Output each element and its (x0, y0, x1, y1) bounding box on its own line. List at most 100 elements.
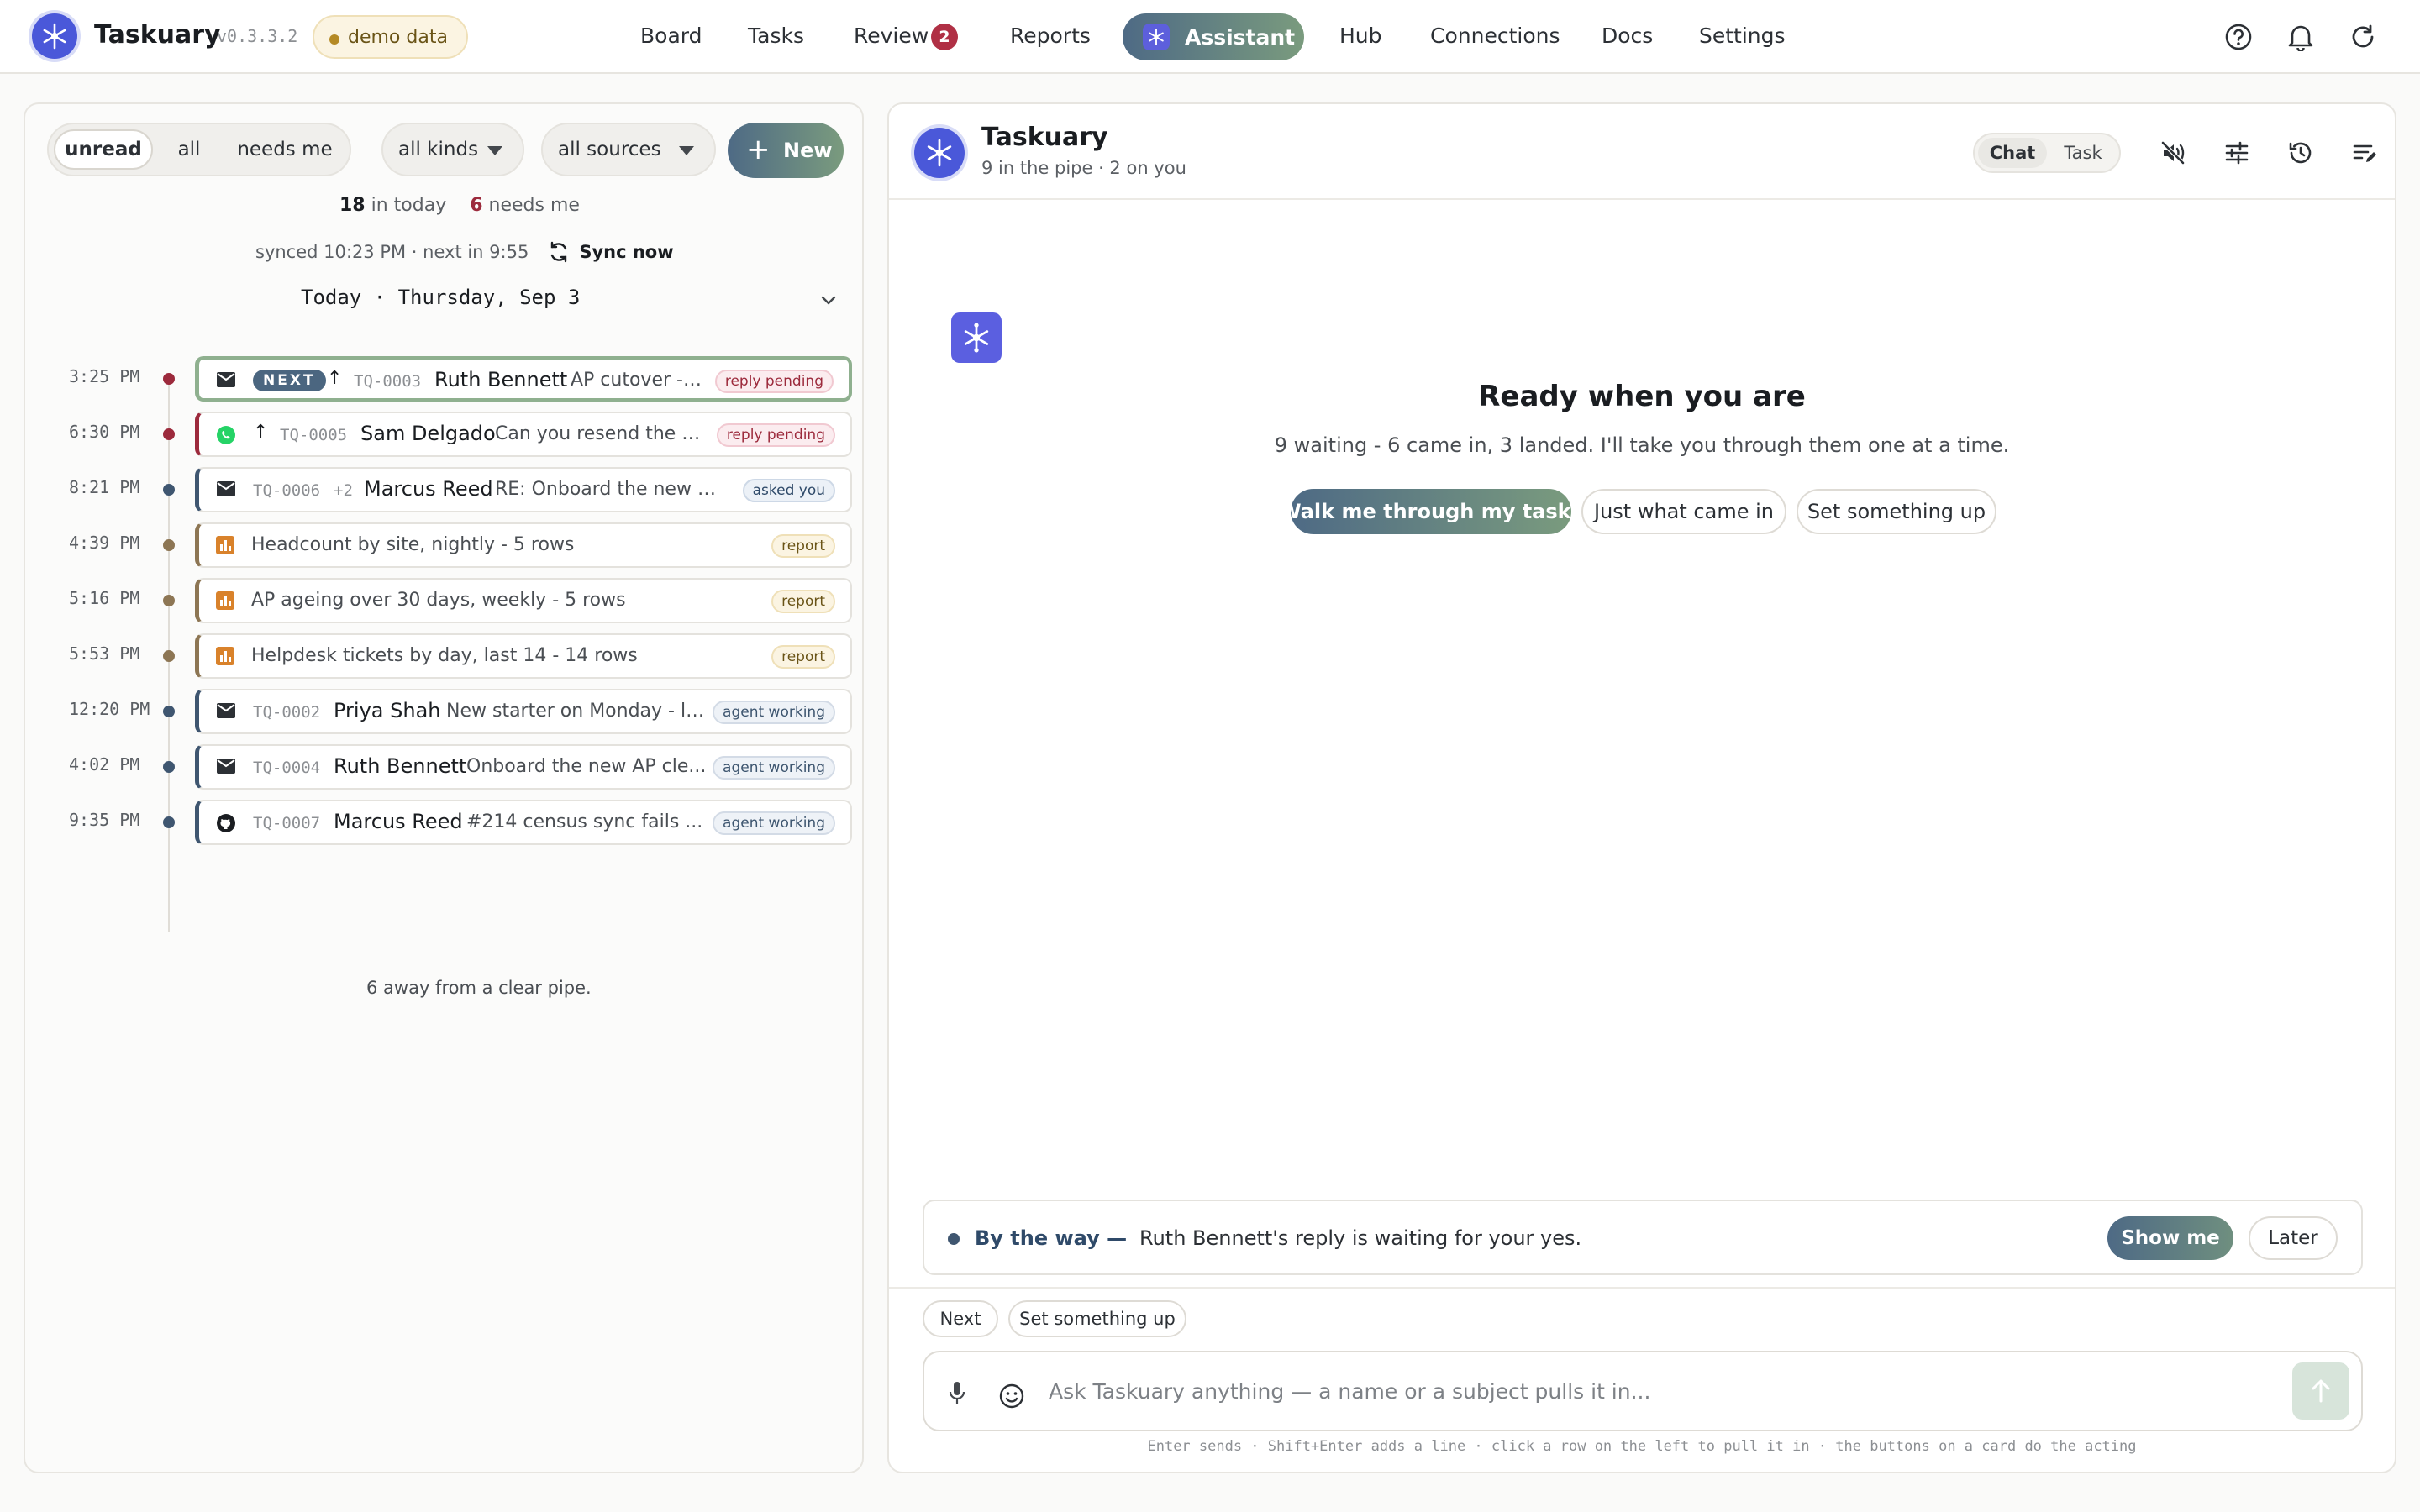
plus-icon: + (746, 133, 771, 166)
inbox-stats: 18 in today 6 needs me (339, 195, 580, 216)
sender-name: Ruth Bennett (434, 368, 568, 391)
sliders-icon[interactable] (2220, 136, 2254, 170)
mail-icon (216, 371, 236, 390)
kinds-dropdown-value: all kinds (398, 139, 479, 160)
refresh-icon[interactable] (2346, 20, 2380, 54)
row-subject: RE: Onboard the new AP... (495, 479, 722, 500)
assistant-panel: Taskuary 9 in the pipe · 2 on you Chat T… (887, 102, 2396, 1473)
status-badge: report (771, 645, 835, 669)
mode-toggle: Chat Task (1973, 133, 2121, 173)
caret-down-icon (679, 146, 694, 155)
sync-status-text: synced 10:23 PM · next in 9:55 (255, 242, 529, 262)
table-row[interactable]: TQ-0002 Priya Shah New starter on Monday… (195, 689, 852, 734)
help-icon[interactable] (2222, 20, 2255, 54)
row-time: 12:20 PM (69, 699, 150, 719)
nav-reports[interactable]: Reports (1010, 24, 1091, 48)
table-row[interactable]: Helpdesk tickets by day, last 14 - 14 ro… (195, 633, 852, 679)
row-time: 4:39 PM (69, 533, 140, 553)
assistant-title: Taskuary (981, 123, 1108, 152)
walk-through-button[interactable]: Walk me through my tasks (1279, 489, 1583, 534)
nav-review[interactable]: Review (854, 24, 929, 48)
table-row[interactable]: ↑ TQ-0005 Sam Delgado Can you resend the… (195, 412, 852, 457)
send-button[interactable] (2292, 1362, 2349, 1420)
ready-title: Ready when you are (1478, 380, 1806, 413)
next-chip[interactable]: Next (923, 1300, 998, 1337)
read-filter-segment: unread all needs me (47, 123, 351, 176)
table-row[interactable]: TQ-0004 Ruth Bennett Onboard the new AP … (195, 744, 852, 790)
mute-icon[interactable] (2156, 136, 2190, 170)
ready-subtitle: 9 waiting - 6 came in, 3 landed. I'll ta… (1274, 433, 2010, 457)
nav-connections[interactable]: Connections (1430, 24, 1560, 48)
table-row[interactable]: Headcount by site, nightly - 5 rows repo… (195, 522, 852, 568)
later-button[interactable]: Later (2249, 1216, 2338, 1260)
nav-board[interactable]: Board (640, 24, 702, 48)
report-title: Helpdesk tickets by day, last 14 - 14 ro… (251, 645, 638, 666)
chart-icon (216, 647, 236, 665)
sync-now-button[interactable]: Sync now (547, 240, 674, 264)
demo-data-label: demo data (348, 26, 448, 48)
table-row[interactable]: NEXT ↑ TQ-0003 Ruth Bennett AP cutover -… (195, 356, 852, 402)
sender-name: Marcus Reed (334, 810, 463, 833)
status-badge: agent working (713, 701, 835, 724)
new-button-label: New (783, 139, 833, 162)
sources-dropdown[interactable]: all sources (541, 123, 716, 176)
nav-settings[interactable]: Settings (1699, 24, 1786, 48)
ticket-id: TQ-0003 (354, 372, 422, 391)
sync-now-label: Sync now (579, 242, 674, 262)
row-status-dot (163, 706, 175, 717)
nav-tasks[interactable]: Tasks (748, 24, 804, 48)
chart-icon (216, 591, 236, 610)
new-button[interactable]: + New (728, 123, 844, 178)
inbox-panel: unread all needs me all kinds all source… (24, 102, 864, 1473)
edit-list-icon[interactable] (2348, 136, 2381, 170)
composer-divider (889, 1287, 2395, 1289)
filter-needs-me[interactable]: needs me (222, 129, 348, 170)
tab-chat[interactable]: Chat (1978, 138, 2047, 168)
row-status-dot (163, 816, 175, 828)
set-something-up-chip[interactable]: Set something up (1008, 1300, 1186, 1337)
assistant-subtitle: 9 in the pipe · 2 on you (981, 158, 1186, 178)
filter-unread[interactable]: unread (54, 129, 153, 170)
set-something-up-button[interactable]: Set something up (1797, 489, 1996, 534)
row-status-dot (163, 650, 175, 662)
chart-icon (216, 536, 236, 554)
row-time: 4:02 PM (69, 754, 140, 774)
microphone-icon[interactable] (948, 1381, 966, 1410)
row-time: 8:21 PM (69, 477, 140, 497)
emoji-icon[interactable] (998, 1383, 1025, 1413)
github-icon (216, 813, 236, 832)
status-badge: report (771, 534, 835, 558)
participant-count: +2 (334, 481, 353, 500)
ticket-id: TQ-0004 (253, 759, 321, 777)
row-time: 9:35 PM (69, 810, 140, 830)
sources-dropdown-value: all sources (558, 139, 661, 160)
ticket-id: TQ-0006 (253, 481, 321, 500)
table-row[interactable]: TQ-0006 +2 Marcus Reed RE: Onboard the n… (195, 467, 852, 512)
kinds-dropdown[interactable]: all kinds (381, 123, 524, 176)
by-the-way-label: By the way — (975, 1226, 1128, 1250)
nav-assistant-label: Assistant (1185, 24, 1296, 50)
table-row[interactable]: AP ageing over 30 days, weekly - 5 rows … (195, 578, 852, 623)
by-the-way-card: By the way — Ruth Bennett's reply is wai… (923, 1200, 2363, 1275)
nav-docs[interactable]: Docs (1602, 24, 1653, 48)
brand-logo-icon[interactable] (32, 13, 77, 59)
message-input[interactable] (1049, 1369, 2208, 1413)
filter-all[interactable]: all (160, 129, 218, 170)
sender-name: Sam Delgado (360, 422, 496, 445)
nav-hub[interactable]: Hub (1339, 24, 1382, 48)
row-status-dot (163, 539, 175, 551)
history-icon[interactable] (2284, 136, 2317, 170)
show-me-button[interactable]: Show me (2107, 1216, 2233, 1260)
report-title: Headcount by site, nightly - 5 rows (251, 534, 575, 555)
mail-icon (216, 480, 236, 499)
review-count-badge: 2 (931, 24, 958, 50)
nav-assistant[interactable]: Assistant (1123, 13, 1304, 60)
what-came-in-button[interactable]: Just what came in (1581, 489, 1786, 534)
row-subject: New starter on Monday - la... (446, 701, 707, 722)
caret-down-icon (487, 146, 502, 155)
tab-task[interactable]: Task (2049, 138, 2118, 168)
bell-icon[interactable] (2284, 20, 2317, 54)
chevron-down-icon[interactable] (820, 294, 837, 310)
report-title: AP ageing over 30 days, weekly - 5 rows (251, 590, 626, 611)
table-row[interactable]: TQ-0007 Marcus Reed #214 census sync fai… (195, 800, 852, 845)
